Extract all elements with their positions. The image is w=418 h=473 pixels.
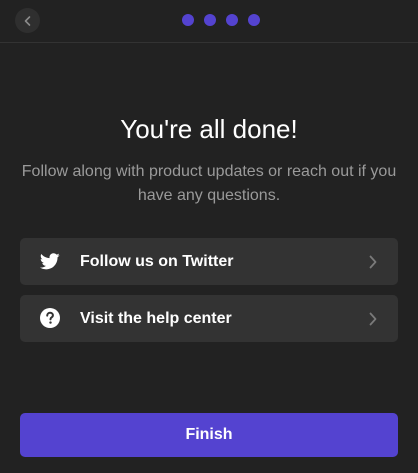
chevron-left-icon	[24, 15, 30, 26]
chevron-right-icon	[369, 312, 377, 326]
twitter-icon	[40, 251, 60, 271]
progress-dot	[182, 14, 194, 26]
question-circle-icon	[40, 308, 60, 328]
finish-button[interactable]: Finish	[20, 413, 398, 457]
help-center-link[interactable]: Visit the help center	[20, 295, 398, 342]
follow-twitter-label: Follow us on Twitter	[80, 253, 234, 270]
progress-dot	[226, 14, 238, 26]
progress-dots	[182, 14, 260, 26]
back-button[interactable]	[15, 8, 40, 33]
top-bar	[0, 0, 418, 43]
page-subtitle: Follow along with product updates or rea…	[21, 163, 397, 204]
chevron-right-icon	[369, 255, 377, 269]
progress-dot	[204, 14, 216, 26]
follow-twitter-link[interactable]: Follow us on Twitter	[20, 238, 398, 285]
page-title: You're all done!	[120, 114, 298, 144]
help-center-label: Visit the help center	[80, 310, 232, 327]
progress-dot	[248, 14, 260, 26]
